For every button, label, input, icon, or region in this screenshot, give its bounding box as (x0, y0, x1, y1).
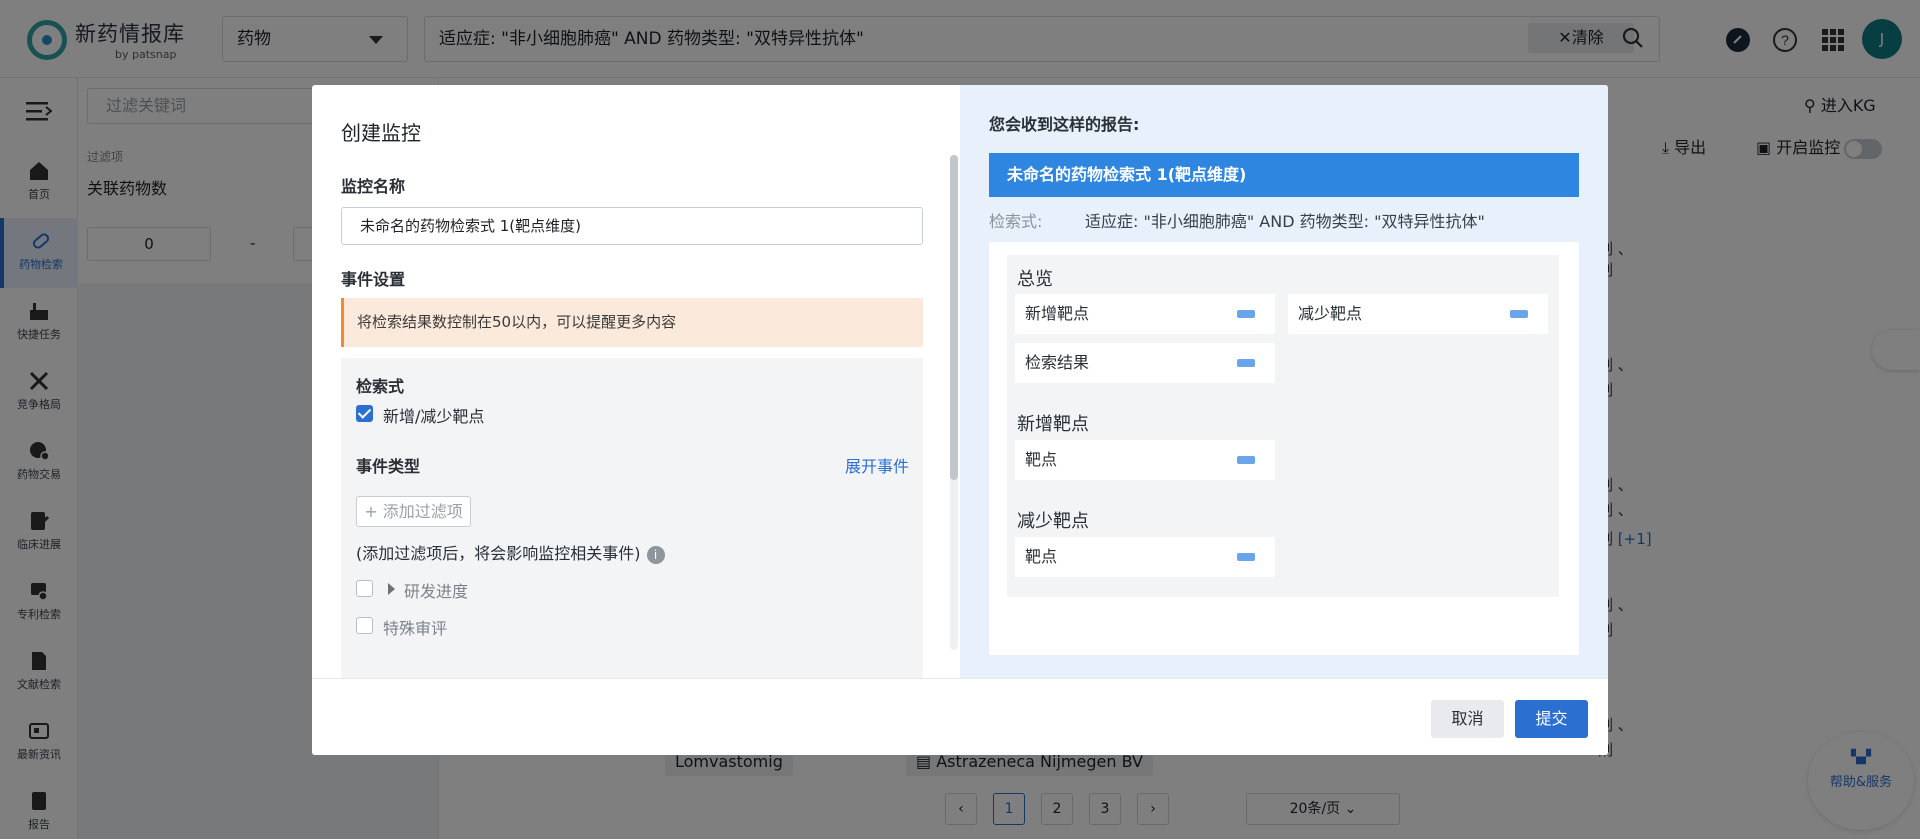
dialog-title: 创建监控 (341, 121, 421, 145)
report-preview-card: 总览 新增靶点 减少靶点 检索结果 新增靶点 靶点 减少靶点 靶点 (989, 242, 1579, 655)
placeholder-pill (1510, 310, 1528, 318)
report-preview-header: 您会收到这样的报告: (989, 115, 1140, 134)
special-review-checkbox[interactable] (356, 617, 373, 634)
target-change-label: 新增/减少靶点 (383, 407, 485, 426)
added-target-item: 靶点 (1015, 440, 1275, 480)
overview-item-results: 检索结果 (1015, 343, 1275, 383)
special-review-label: 特殊审评 (383, 619, 448, 638)
info-icon[interactable]: i (646, 545, 665, 564)
monitor-name-label: 监控名称 (341, 177, 406, 196)
result-limit-warning: 将检索结果数控制在50以内，可以提醒更多内容 (341, 298, 923, 347)
overview-item-removed: 减少靶点 (1288, 294, 1548, 334)
event-settings-label: 事件设置 (341, 270, 406, 289)
removed-target-item: 靶点 (1015, 537, 1275, 577)
expand-events-link[interactable]: 展开事件 (845, 453, 909, 477)
add-filter-button[interactable]: + 添加过滤项 (356, 496, 471, 527)
scrollbar-thumb[interactable] (950, 155, 958, 480)
placeholder-pill (1237, 456, 1255, 464)
target-change-checkbox[interactable] (356, 405, 373, 422)
filter-note: (添加过滤项后，将会影响监控相关事件) i (356, 540, 665, 564)
report-query-value: 适应症: "非小细胞肺癌" AND 药物类型: "双特异性抗体" (1085, 212, 1485, 231)
monitor-name-input[interactable]: 未命名的药物检索式 1(靶点维度) (341, 207, 923, 245)
placeholder-pill (1237, 310, 1255, 318)
submit-button[interactable]: 提交 (1515, 700, 1588, 738)
report-title-bar: 未命名的药物检索式 1(靶点维度) (989, 153, 1579, 197)
placeholder-pill (1237, 553, 1255, 561)
added-targets-section-title: 新增靶点 (1017, 414, 1089, 435)
placeholder-pill (1237, 359, 1255, 367)
create-monitor-dialog: 创建监控 监控名称 未命名的药物检索式 1(靶点维度) 事件设置 将检索结果数控… (312, 85, 1608, 755)
dialog-footer: 取消 提交 (312, 678, 1608, 755)
cancel-button[interactable]: 取消 (1431, 700, 1504, 738)
progress-label: 研发进度 (404, 582, 469, 601)
caret-right-icon[interactable] (388, 583, 395, 595)
overview-section-title: 总览 (1017, 269, 1053, 290)
removed-targets-section-title: 减少靶点 (1017, 511, 1089, 532)
report-preview-panel: 您会收到这样的报告: 未命名的药物检索式 1(靶点维度) 检索式: 适应症: "… (960, 85, 1608, 678)
event-settings-panel: 检索式 新增/减少靶点 事件类型 展开事件 + 添加过滤项 (添加过滤项后，将会… (341, 358, 923, 678)
progress-checkbox[interactable] (356, 580, 373, 597)
report-preview-body: 总览 新增靶点 减少靶点 检索结果 新增靶点 靶点 减少靶点 靶点 (1007, 255, 1559, 597)
overview-item-added: 新增靶点 (1015, 294, 1275, 334)
event-type-label: 事件类型 (356, 457, 421, 476)
query-label: 检索式 (356, 377, 405, 396)
monitor-settings-panel: 创建监控 监控名称 未命名的药物检索式 1(靶点维度) 事件设置 将检索结果数控… (312, 85, 960, 678)
report-query-label: 检索式: (989, 212, 1043, 231)
